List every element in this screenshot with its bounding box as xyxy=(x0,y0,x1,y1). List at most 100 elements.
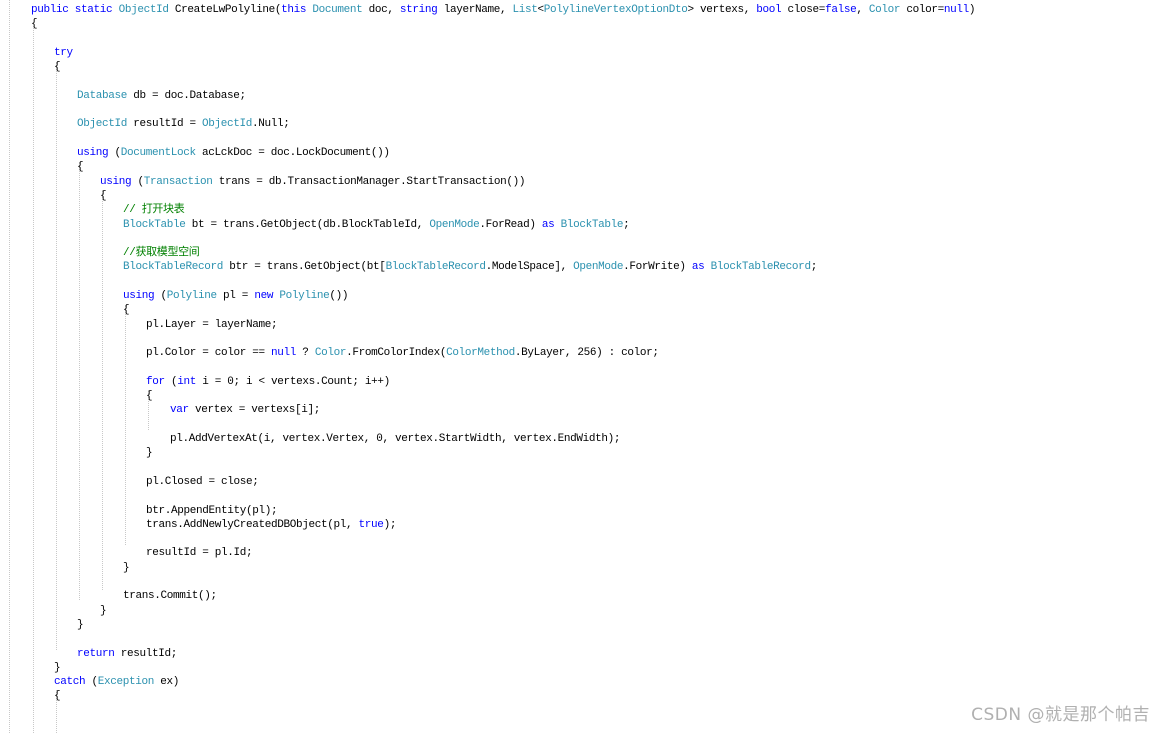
code-line: return resultId; xyxy=(77,647,177,661)
type-token: BlockTable xyxy=(123,218,186,231)
code-token: resultId = pl.Id; xyxy=(146,547,253,560)
code-line: var vertex = vertexs[i]; xyxy=(170,403,320,417)
code-line: { xyxy=(31,17,38,31)
code-line: pl.Color = color == null ? Color.FromCol… xyxy=(146,346,659,360)
indent-guide-line xyxy=(9,0,10,733)
type-token: PolylineVertexOptionDto xyxy=(543,4,688,16)
code-token: ); xyxy=(383,518,397,531)
code-token: pl.Closed = close; xyxy=(146,475,259,488)
type-token: List xyxy=(512,4,538,16)
code-line: } xyxy=(77,618,84,632)
code-token: ex) xyxy=(154,676,180,689)
type-token: Polyline xyxy=(166,290,217,302)
code-line: { xyxy=(123,303,130,317)
keyword-token: string xyxy=(399,4,438,16)
code-editor[interactable]: public static ObjectId CreateLwPolyline(… xyxy=(0,0,1166,733)
code-line: //获取模型空间 xyxy=(123,246,200,260)
keyword-token: int xyxy=(177,375,197,388)
code-token: { xyxy=(54,690,61,703)
code-line: using (DocumentLock acLckDoc = doc.LockD… xyxy=(77,146,390,160)
code-token: i = 0; i < vertexs.Count; i++) xyxy=(196,375,390,388)
code-token: ( xyxy=(154,290,168,302)
code-token: pl.Color = color == xyxy=(146,347,272,360)
code-token: { xyxy=(54,61,61,74)
code-token: .Null; xyxy=(252,118,290,131)
code-token: trans = db.TransactionManager.StartTrans… xyxy=(212,175,526,188)
code-token: { xyxy=(146,390,153,403)
type-token: Color xyxy=(314,347,347,360)
code-token: ; xyxy=(623,218,630,231)
type-token: Exception xyxy=(97,676,155,689)
code-token: resultId = xyxy=(127,118,203,131)
type-token: Color xyxy=(868,4,901,16)
type-token: BlockTable xyxy=(560,218,624,231)
code-token: bt = trans.GetObject(db.BlockTableId, xyxy=(185,218,430,231)
code-token: } xyxy=(77,618,84,631)
code-token: close= xyxy=(781,4,826,16)
type-token: OpenMode xyxy=(429,218,480,231)
type-token: Database xyxy=(77,89,128,102)
type-token: ColorMethod xyxy=(446,347,515,360)
type-token: BlockTableRecord xyxy=(385,261,486,274)
code-token: doc, xyxy=(362,4,400,16)
code-token: ( xyxy=(131,175,145,188)
code-token: CreateLwPolyline( xyxy=(168,4,282,16)
keyword-token: as xyxy=(691,261,705,274)
code-token: .ByLayer, 256) : color; xyxy=(514,347,659,360)
type-token: ObjectId xyxy=(118,4,169,16)
code-token: color= xyxy=(900,4,944,16)
comment-token: //获取模型空间 xyxy=(123,247,200,260)
code-line: } xyxy=(146,446,153,460)
code-token: ( xyxy=(108,147,122,159)
type-token: DocumentLock xyxy=(120,147,196,159)
code-line: pl.Layer = layerName; xyxy=(146,318,278,332)
code-token: .FromColorIndex( xyxy=(346,347,447,360)
code-token: pl.Layer = layerName; xyxy=(146,318,278,331)
indent-guide-line xyxy=(79,162,80,600)
code-token: ( xyxy=(85,676,99,689)
keyword-token: true xyxy=(358,518,384,531)
code-line: catch (Exception ex) xyxy=(54,675,179,689)
code-line: using (Transaction trans = db.Transactio… xyxy=(100,175,525,189)
type-token: ObjectId xyxy=(77,118,128,131)
code-line: using (Polyline pl = new Polyline()) xyxy=(123,289,348,303)
code-token: acLckDoc = doc.LockDocument()) xyxy=(195,147,390,159)
code-line: trans.Commit(); xyxy=(123,589,217,603)
keyword-token: try xyxy=(54,46,73,59)
indent-guide-line xyxy=(33,26,34,733)
keyword-token: catch xyxy=(54,676,86,689)
type-token: ObjectId xyxy=(202,118,253,131)
code-line: } xyxy=(100,604,107,618)
keyword-token: null xyxy=(943,4,969,16)
code-token: layerName, xyxy=(437,4,513,16)
code-token: { xyxy=(100,189,107,202)
code-token: .ModelSpace], xyxy=(485,261,574,274)
code-token: { xyxy=(31,18,38,31)
code-token: > vertexs, xyxy=(687,4,757,16)
code-token: ; xyxy=(810,261,818,274)
code-line: { xyxy=(54,60,61,74)
code-token: pl.AddVertexAt(i, vertex.Vertex, 0, vert… xyxy=(170,433,621,445)
keyword-token: var xyxy=(170,404,189,417)
code-token: .ForWrite) xyxy=(623,261,692,274)
code-line: btr.AppendEntity(pl); xyxy=(146,504,278,518)
type-token: Polyline xyxy=(279,290,330,302)
keyword-token: using xyxy=(123,290,155,302)
code-line: pl.AddVertexAt(i, vertex.Vertex, 0, vert… xyxy=(170,432,620,446)
code-line: // 打开块表 xyxy=(123,203,185,217)
type-token: BlockTableRecord xyxy=(710,261,811,274)
type-token: Document xyxy=(312,4,363,16)
code-token: { xyxy=(77,161,84,174)
code-token: vertex = vertexs[i]; xyxy=(188,404,321,417)
code-token: } xyxy=(100,604,107,617)
keyword-token: using xyxy=(100,175,132,188)
code-token: } xyxy=(146,447,153,460)
code-line: pl.Closed = close; xyxy=(146,475,259,489)
code-token: ) xyxy=(968,4,976,16)
code-line: BlockTableRecord btr = trans.GetObject(b… xyxy=(123,260,817,274)
code-line: { xyxy=(146,389,153,403)
keyword-token: for xyxy=(146,375,165,388)
code-line: } xyxy=(54,661,61,675)
code-token: ()) xyxy=(329,290,349,302)
code-token: , xyxy=(856,4,869,16)
